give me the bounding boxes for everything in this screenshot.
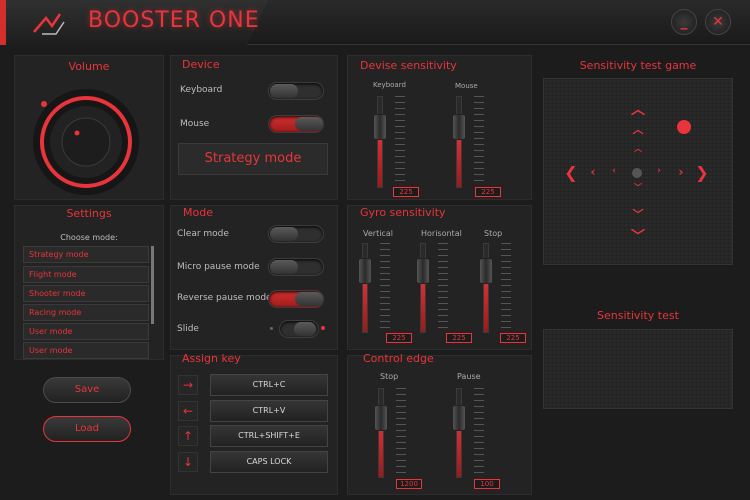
keyboard-sensitivity-value: 225 <box>393 187 419 197</box>
gyro-horizontal-knob[interactable] <box>416 258 430 284</box>
slide-max-dot <box>321 326 325 330</box>
target-dot <box>677 120 691 134</box>
volume-title: Volume <box>68 60 110 73</box>
center-dot <box>632 168 642 178</box>
control-edge-title: Control edge <box>363 352 434 365</box>
chevron-up-icon: ︿ <box>634 144 642 153</box>
gyro-stop-value: 225 <box>500 333 526 343</box>
control-edge-stop-slider[interactable] <box>378 388 384 478</box>
device-sensitivity-title: Devise sensitivity <box>360 59 457 72</box>
micro-pause-label: Micro pause mode <box>177 262 260 272</box>
mouse-sensitivity-slider[interactable] <box>456 96 462 188</box>
arrow-up-icon[interactable]: ↑ <box>178 426 198 446</box>
slider-ticks <box>438 243 448 331</box>
slide-label: Slide <box>177 324 199 334</box>
reverse-pause-toggle[interactable] <box>268 290 324 308</box>
chevron-down-icon: ﹀ <box>632 208 644 221</box>
mode-list-item[interactable]: Flight mode <box>23 266 149 283</box>
close-button[interactable]: ✕ <box>705 9 731 35</box>
mouse-sensitivity-value: 225 <box>475 187 501 197</box>
chevron-left-icon: ❮ <box>564 163 578 182</box>
gyro-sensitivity-title: Gyro sensitivity <box>360 206 446 219</box>
gyro-vertical-slider[interactable] <box>362 243 368 333</box>
slider-ticks <box>474 96 484 186</box>
arrow-left-icon[interactable]: ← <box>178 401 198 421</box>
keyboard-sensitivity-label: Keyboard <box>373 81 406 89</box>
keyboard-sensitivity-knob[interactable] <box>373 114 387 140</box>
slider-ticks <box>396 388 406 476</box>
key-binding-button[interactable]: CTRL+SHIFT+E <box>210 425 328 447</box>
save-button[interactable]: Save <box>43 377 131 403</box>
mode-title: Mode <box>183 206 213 219</box>
keyboard-sensitivity-slider[interactable] <box>377 96 383 188</box>
control-edge-stop-label: Stop <box>380 372 399 381</box>
load-button[interactable]: Load <box>43 416 131 442</box>
chevron-left-icon: ‹ <box>612 166 616 176</box>
sensitivity-test-title: Sensitivity test <box>597 309 679 322</box>
control-edge-pause-knob[interactable] <box>452 405 466 431</box>
gyro-horizontal-slider[interactable] <box>420 243 426 333</box>
control-edge-pause-slider[interactable] <box>456 388 462 478</box>
gyro-vertical-knob[interactable] <box>358 258 372 284</box>
app-title: BOOSTER ONE <box>88 8 260 33</box>
mouse-label: Mouse <box>180 119 210 129</box>
chevron-right-icon: › <box>657 166 661 176</box>
micro-pause-toggle[interactable] <box>268 258 324 276</box>
gyro-stop-slider[interactable] <box>483 243 489 333</box>
control-edge-stop-value: 1200 <box>396 479 422 489</box>
key-binding-button[interactable]: CTRL+C <box>210 374 328 396</box>
keyboard-toggle[interactable] <box>268 82 324 100</box>
gyro-horizontal-value: 225 <box>446 333 472 343</box>
gyro-vertical-label: Vertical <box>363 229 393 238</box>
gyro-vertical-value: 225 <box>386 333 412 343</box>
mouse-sensitivity-knob[interactable] <box>452 114 466 140</box>
control-edge-stop-knob[interactable] <box>374 405 388 431</box>
gyro-horizontal-label: Horisontal <box>421 229 462 238</box>
slide-min-dot <box>270 327 273 330</box>
mode-list-item[interactable]: User mode <box>23 342 149 359</box>
key-binding-button[interactable]: CTRL+V <box>210 400 328 422</box>
sensitivity-test-game-title: Sensitivity test game <box>579 59 697 72</box>
slider-ticks <box>501 243 511 331</box>
chevron-right-icon: › <box>678 165 684 179</box>
logo-icon <box>33 13 65 35</box>
gyro-stop-knob[interactable] <box>479 258 493 284</box>
mode-list-item[interactable]: User mode <box>23 323 149 340</box>
control-edge-pause-value: 100 <box>474 479 500 489</box>
list-scrollbar[interactable] <box>151 246 154 324</box>
reverse-pause-label: Reverse pause mode <box>177 293 272 303</box>
arrow-right-icon[interactable]: → <box>178 375 198 395</box>
mode-list-item[interactable]: Shooter mode <box>23 285 149 302</box>
device-title: Device <box>182 58 220 71</box>
slider-ticks <box>395 96 405 186</box>
title-accent <box>0 0 6 45</box>
assign-key-title: Assign key <box>182 352 241 365</box>
slider-ticks <box>380 243 390 331</box>
chevron-left-icon: ‹ <box>590 165 596 179</box>
settings-title: Settings <box>66 207 112 220</box>
mouse-sensitivity-label: Mouse <box>455 82 478 90</box>
key-binding-button[interactable]: CAPS LOCK <box>210 451 328 473</box>
clear-mode-label: Clear mode <box>177 229 229 239</box>
current-mode-display: Strategy mode <box>178 143 328 175</box>
minimize-button[interactable]: _ <box>671 9 697 35</box>
slide-switch[interactable] <box>279 320 319 338</box>
volume-knob[interactable] <box>30 86 142 198</box>
mouse-toggle[interactable] <box>268 115 324 133</box>
chevron-right-icon: ❯ <box>695 163 709 182</box>
clear-mode-toggle[interactable] <box>268 225 324 243</box>
keyboard-label: Keyboard <box>180 85 223 95</box>
mode-list-item[interactable]: Strategy mode <box>23 246 149 263</box>
mode-list-item[interactable]: Racing mode <box>23 304 149 321</box>
gyro-stop-label: Stop <box>484 229 503 238</box>
slider-ticks <box>474 388 484 476</box>
choose-mode-label: Choose mode: <box>60 233 118 242</box>
chevron-up-icon: ︿ <box>631 102 645 118</box>
arrow-down-icon[interactable]: ↓ <box>178 452 198 472</box>
sensitivity-test-area[interactable] <box>543 329 733 409</box>
chevron-up-icon: ︿ <box>632 123 644 136</box>
chevron-down-icon: ﹀ <box>634 183 642 192</box>
control-edge-pause-label: Pause <box>457 372 481 381</box>
chevron-down-icon: ﹀ <box>631 229 645 245</box>
